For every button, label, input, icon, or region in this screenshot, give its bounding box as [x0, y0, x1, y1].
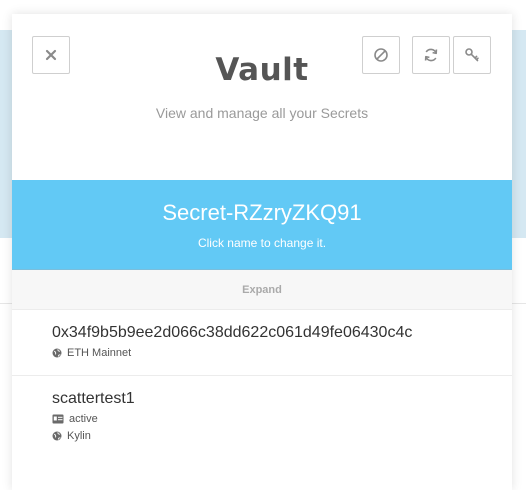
page-subtitle: View and manage all your Secrets [155, 105, 369, 121]
account-name: scattertest1 [52, 390, 135, 407]
expand-button[interactable]: Expand [12, 270, 512, 310]
account-network-label: ETH Mainnet [67, 347, 132, 359]
account-network: Kylin [52, 430, 91, 442]
page-title: Vault [215, 52, 309, 88]
account-network: ETH Mainnet [52, 347, 131, 359]
id-card-icon [52, 414, 64, 424]
modal-header: Vault View and manage all your Secrets [12, 14, 512, 180]
vault-modal: Vault View and manage all your Secrets S… [12, 14, 512, 490]
secret-name[interactable]: Secret-RZzryZKQ91 [12, 200, 512, 226]
account-item[interactable]: 0x34f9b5b9ee2d066c38dd622c061d49fe06430c… [12, 310, 512, 376]
account-network-label: Kylin [67, 430, 91, 442]
account-permission-label: active [69, 413, 98, 425]
account-item[interactable]: scattertest1 active Kylin [12, 376, 512, 490]
secret-rename-hint: Click name to change it. [197, 236, 327, 250]
globe-icon [52, 348, 62, 358]
account-permission: active [52, 413, 98, 425]
account-name: 0x34f9b5b9ee2d066c38dd622c061d49fe06430c… [52, 324, 413, 341]
globe-icon [52, 431, 62, 441]
secret-name-banner[interactable]: Secret-RZzryZKQ91 Click name to change i… [12, 180, 512, 270]
